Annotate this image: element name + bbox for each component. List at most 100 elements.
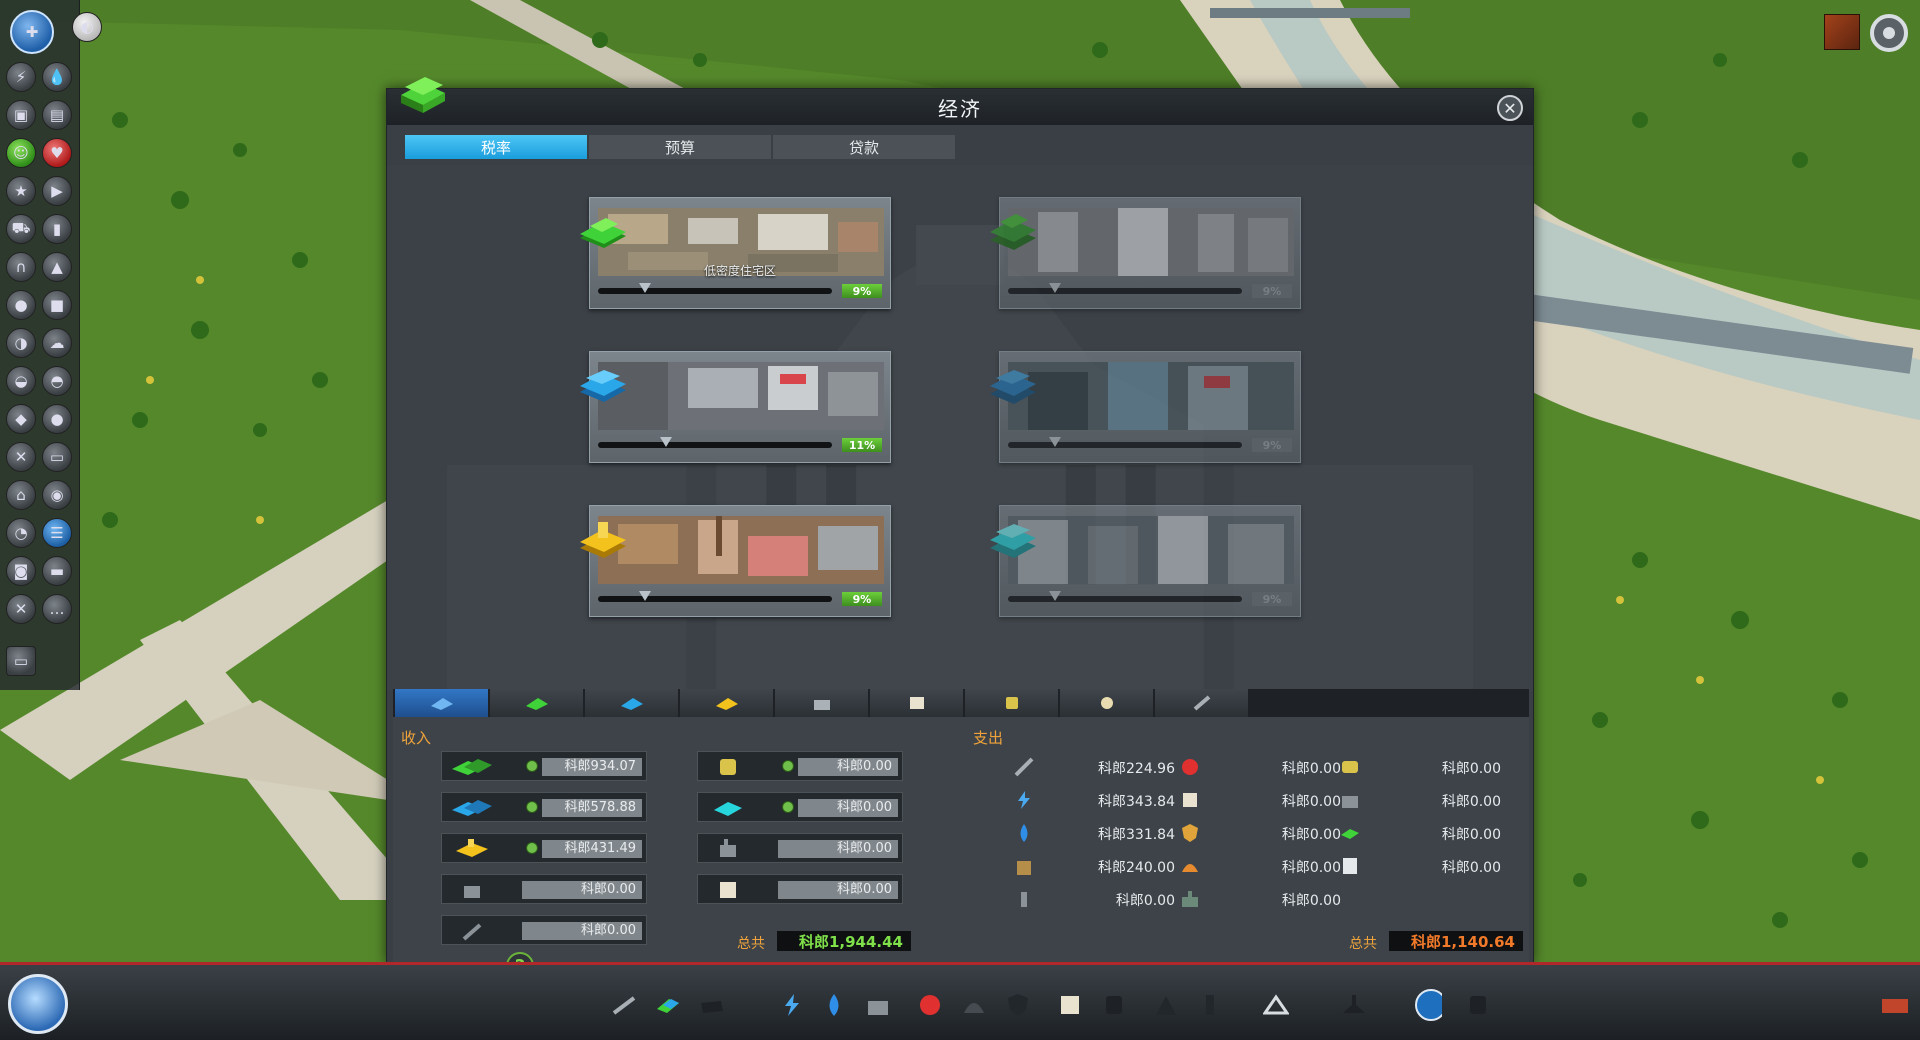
tools-view-icon[interactable]: ✕ bbox=[6, 594, 36, 624]
close-button[interactable]: ✕ bbox=[1497, 95, 1523, 121]
transport-tool-icon[interactable] bbox=[1100, 991, 1128, 1019]
noise-view-icon[interactable]: ∩ bbox=[6, 252, 36, 282]
landvalue-view-icon[interactable]: ★ bbox=[6, 176, 36, 206]
buildings-view-icon[interactable]: ⌂ bbox=[6, 480, 36, 510]
slider-thumb[interactable] bbox=[1048, 437, 1061, 447]
category-all-tab[interactable] bbox=[395, 689, 488, 717]
income-row-public-transport[interactable]: 科郎0.00 bbox=[697, 751, 903, 781]
health-view-icon[interactable]: ♥ bbox=[42, 138, 72, 168]
income-row-commercial[interactable]: 科郎578.88 bbox=[441, 792, 647, 822]
education-tool-icon[interactable] bbox=[1056, 991, 1084, 1019]
bulldozer-tool-icon[interactable] bbox=[1464, 991, 1492, 1019]
parks-tool-icon[interactable] bbox=[1152, 991, 1180, 1019]
weather-view-icon[interactable]: ☁ bbox=[42, 328, 72, 358]
zoning-view-icon[interactable]: ▬ bbox=[42, 556, 72, 586]
wind-view-icon[interactable]: ◑ bbox=[6, 328, 36, 358]
resources-view-icon[interactable]: ▮ bbox=[42, 214, 72, 244]
heating-view-icon[interactable]: ◉ bbox=[42, 480, 72, 510]
roads-tool-icon[interactable] bbox=[610, 991, 638, 1019]
fire-view-icon[interactable]: ▲ bbox=[42, 252, 72, 282]
water-view-icon[interactable]: 💧 bbox=[42, 62, 72, 92]
category-tourism-tab[interactable] bbox=[1060, 689, 1153, 717]
zone-tax-slider[interactable] bbox=[598, 436, 832, 454]
electricity-view-icon[interactable]: ⚡ bbox=[6, 62, 36, 92]
info-views-button[interactable]: ✚ bbox=[10, 10, 54, 54]
category-industrial-tab[interactable] bbox=[680, 689, 773, 717]
traffic-view-icon[interactable]: ⛟ bbox=[6, 214, 36, 244]
healthcare-tool-icon[interactable] bbox=[916, 991, 944, 1019]
maintenance-view-icon[interactable]: ✕ bbox=[6, 442, 36, 472]
industrial-income-icon bbox=[456, 839, 488, 857]
terrain-view-icon[interactable]: ◆ bbox=[6, 404, 36, 434]
category-transport-tab[interactable] bbox=[965, 689, 1058, 717]
category-residential-tab[interactable] bbox=[490, 689, 583, 717]
happiness-view-icon[interactable]: ☺ bbox=[6, 138, 36, 168]
terrain-tool-icon[interactable] bbox=[1262, 991, 1290, 1019]
tab-loans[interactable]: 贷款 bbox=[773, 135, 955, 159]
gear-icon[interactable] bbox=[1870, 14, 1908, 52]
income-value: 科郎934.07 bbox=[542, 758, 642, 776]
industry-tool-icon[interactable] bbox=[864, 991, 892, 1019]
statistics-view-icon[interactable]: ☰ bbox=[42, 518, 72, 548]
water-tool-icon[interactable] bbox=[820, 991, 848, 1019]
factory-category-icon bbox=[813, 700, 830, 710]
slider-thumb[interactable] bbox=[1048, 591, 1061, 601]
industrial-category-icon bbox=[715, 698, 738, 710]
milestones-icon[interactable] bbox=[1880, 991, 1908, 1019]
income-row-road-toll[interactable]: 科郎0.00 bbox=[441, 915, 647, 945]
tab-budget[interactable]: 预算 bbox=[589, 135, 771, 159]
zone-tax-slider[interactable] bbox=[1008, 590, 1242, 608]
zone-tax-slider[interactable] bbox=[598, 282, 832, 300]
slider-track bbox=[1008, 442, 1242, 448]
income-row-industry-specialization[interactable]: 科郎0.00 bbox=[441, 874, 647, 904]
wind-speed-view-icon[interactable]: ◒ bbox=[6, 366, 36, 396]
slider-thumb[interactable] bbox=[1048, 283, 1061, 293]
crime-view-icon[interactable]: ● bbox=[6, 290, 36, 320]
camera-view-icon[interactable]: ◙ bbox=[6, 556, 36, 586]
income-row-office[interactable]: 科郎0.00 bbox=[697, 792, 903, 822]
income-value: 科郎431.49 bbox=[542, 840, 642, 858]
economy-tool-icon[interactable] bbox=[1414, 989, 1442, 1021]
slider-thumb[interactable] bbox=[638, 591, 651, 601]
income-row-residential[interactable]: 科郎934.07 bbox=[441, 751, 647, 781]
income-row-education[interactable]: 科郎0.00 bbox=[697, 874, 903, 904]
transport-view-icon[interactable]: ■ bbox=[42, 290, 72, 320]
roads-view-icon[interactable]: ▭ bbox=[42, 442, 72, 472]
category-roads-tab[interactable] bbox=[1155, 689, 1248, 717]
education-income-icon bbox=[720, 882, 736, 898]
category-industry-tab[interactable] bbox=[775, 689, 868, 717]
collapse-icon[interactable]: ▭ bbox=[6, 646, 36, 676]
police-tool-icon[interactable] bbox=[1004, 991, 1032, 1019]
pollution-view-icon[interactable]: ◓ bbox=[42, 366, 72, 396]
panel-header[interactable]: 经济 bbox=[387, 89, 1533, 125]
slider-thumb[interactable] bbox=[638, 283, 651, 293]
electricity-tool-icon[interactable] bbox=[778, 991, 806, 1019]
slider-thumb[interactable] bbox=[659, 437, 672, 447]
commercial-high-icon bbox=[990, 370, 1036, 404]
category-commercial-tab[interactable] bbox=[585, 689, 678, 717]
category-education-tab[interactable] bbox=[870, 689, 963, 717]
tourism-view-icon[interactable]: ▶ bbox=[42, 176, 72, 206]
more-view-icon[interactable]: … bbox=[42, 594, 72, 624]
education-view-icon[interactable]: ▤ bbox=[42, 100, 72, 130]
zone-tax-slider[interactable] bbox=[598, 590, 832, 608]
tab-tax-rates[interactable]: 税率 bbox=[405, 135, 587, 159]
zone-card-residential-low: 低密度住宅区 9% bbox=[580, 197, 891, 309]
chirper-icon[interactable] bbox=[1824, 14, 1860, 50]
garbage-view-icon[interactable]: ▣ bbox=[6, 100, 36, 130]
city-info-clock-icon[interactable] bbox=[8, 974, 68, 1034]
income-row-tourism[interactable]: 科郎0.00 bbox=[697, 833, 903, 863]
time-view-icon[interactable]: ◔ bbox=[6, 518, 36, 548]
landscaping-tool-icon[interactable] bbox=[1340, 991, 1368, 1019]
groundwater-view-icon[interactable]: ● bbox=[42, 404, 72, 434]
zone-tax-slider[interactable] bbox=[1008, 436, 1242, 454]
fire-tool-icon[interactable] bbox=[960, 991, 988, 1019]
commercial-income-icon bbox=[452, 800, 492, 816]
expense-total-label: 总共 bbox=[1349, 936, 1377, 952]
unlocking-button[interactable]: ◐ bbox=[72, 12, 102, 42]
zone-tax-slider[interactable] bbox=[1008, 282, 1242, 300]
monument-tool-icon[interactable] bbox=[1196, 991, 1224, 1019]
income-row-industrial[interactable]: 科郎431.49 bbox=[441, 833, 647, 863]
districts-tool-icon[interactable] bbox=[698, 991, 726, 1019]
zoning-tool-icon[interactable] bbox=[654, 991, 682, 1019]
